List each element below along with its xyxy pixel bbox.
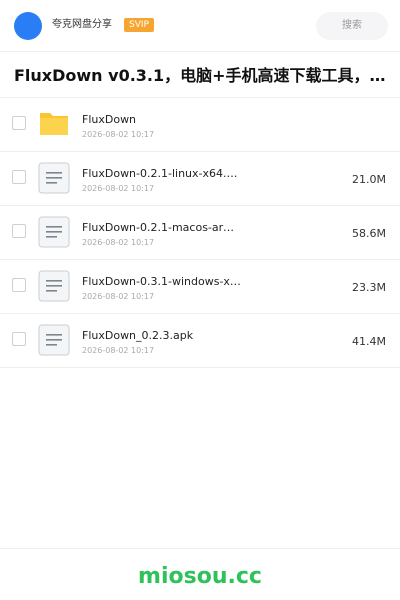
header: 夸克网盘分享 SVIP 搜索 <box>0 0 400 52</box>
search-input[interactable]: 搜索 <box>316 12 388 40</box>
checkbox[interactable] <box>12 224 26 238</box>
file-size: 21.0M <box>352 173 386 186</box>
folder-icon <box>40 113 68 135</box>
footer: miosou.cc <box>0 548 400 600</box>
file-name: FluxDown-0.2.1-macos-arm6… <box>82 221 242 234</box>
document-icon <box>38 162 70 194</box>
avatar[interactable] <box>14 12 42 40</box>
file-date: 2026-08-02 10:17 <box>82 184 155 193</box>
page-title: FluxDown v0.3.1，电脑+手机高速下载工具，支持磁… <box>14 66 386 85</box>
file-size: 41.4M <box>352 335 386 348</box>
checkbox[interactable] <box>12 170 26 184</box>
list-item[interactable]: FluxDown 2026-08-02 10:17 <box>0 98 400 152</box>
file-name: FluxDown_0.2.3.apk <box>82 329 194 342</box>
file-name: FluxDown <box>82 113 137 126</box>
file-list: FluxDown 2026-08-02 10:17 FluxDown-0.2.1… <box>0 98 400 368</box>
list-item[interactable]: FluxDown-0.2.1-macos-arm6… 2026-08-02 10… <box>0 206 400 260</box>
list-item[interactable]: FluxDown-0.2.1-linux-x64.… 2026-08-02 10… <box>0 152 400 206</box>
document-icon <box>38 324 70 356</box>
title-row: FluxDown v0.3.1，电脑+手机高速下载工具，支持磁… <box>0 52 400 98</box>
file-size: 23.3M <box>352 281 386 294</box>
file-date: 2026-08-02 10:17 <box>82 130 155 139</box>
document-icon <box>38 270 70 302</box>
document-icon <box>38 216 70 248</box>
watermark: miosou.cc <box>138 564 262 589</box>
checkbox[interactable] <box>12 332 26 346</box>
file-date: 2026-08-02 10:17 <box>82 346 155 355</box>
checkbox[interactable] <box>12 278 26 292</box>
file-name: FluxDown-0.3.1-windows-x6… <box>82 275 242 288</box>
user-name: 夸克网盘分享 <box>52 19 112 30</box>
svip-badge: SVIP <box>124 18 154 32</box>
file-size: 58.6M <box>352 227 386 240</box>
file-date: 2026-08-02 10:17 <box>82 292 155 301</box>
checkbox[interactable] <box>12 116 26 130</box>
file-name: FluxDown-0.2.1-linux-x64.… <box>82 167 238 180</box>
list-item[interactable]: FluxDown_0.2.3.apk 2026-08-02 10:17 41.4… <box>0 314 400 368</box>
file-date: 2026-08-02 10:17 <box>82 238 155 247</box>
list-item[interactable]: FluxDown-0.3.1-windows-x6… 2026-08-02 10… <box>0 260 400 314</box>
